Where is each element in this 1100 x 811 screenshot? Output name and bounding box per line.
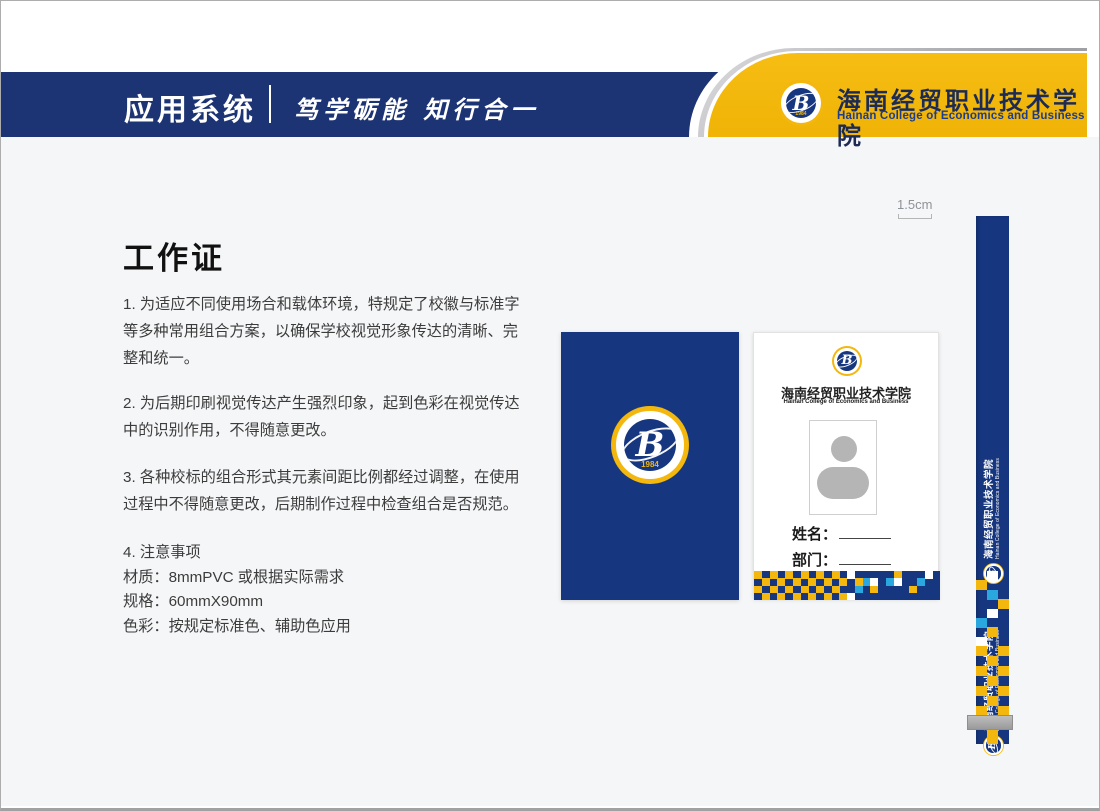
pattern-cell — [976, 580, 987, 590]
logo-ring: B — [834, 348, 860, 374]
pattern-cell — [917, 578, 925, 586]
notes-heading: 4. 注意事项 — [123, 541, 527, 566]
school-motto: 笃学砺能 知行合一 — [294, 90, 539, 125]
lanyard-college-en: Hainan College of Economics and Business — [996, 458, 1002, 559]
lanyard-scatter-pattern — [976, 571, 1009, 646]
logo-core: B 1984 — [624, 419, 676, 471]
name-fill-line — [839, 525, 891, 539]
pattern-cell — [894, 578, 902, 586]
pattern-cell — [909, 586, 917, 594]
pattern-cell — [987, 571, 998, 581]
pattern-cell — [998, 686, 1009, 696]
name-field: 姓名： — [792, 523, 891, 544]
pattern-cell — [976, 686, 987, 696]
pattern-cell — [808, 593, 816, 600]
pattern-cell — [762, 593, 770, 600]
pattern-cell — [839, 578, 847, 586]
pattern-cell — [987, 696, 998, 706]
paragraph-3: 3. 各种校标的组合形式其元素间距比例都经过调整，在使用过程中不得随意更改，后期… — [123, 464, 527, 518]
section-title: 工作证 — [123, 233, 225, 278]
pattern-cell — [987, 730, 998, 744]
pattern-cell — [987, 656, 998, 666]
badge-college-name-en: Hainan College of Economics and Business — [754, 399, 938, 405]
dept-label: 部门： — [792, 552, 837, 569]
lanyard-strap: B 海南经贸职业技术学院 Hainan College of Economics… — [976, 216, 1009, 744]
logo-ring: B 1984 — [616, 411, 683, 478]
college-logo-icon: B 1984 — [778, 80, 824, 126]
pattern-cell — [847, 593, 855, 600]
measure-label: 1.5cm — [897, 197, 932, 212]
person-head-icon — [831, 436, 857, 462]
badge-back-card: B 海南经贸职业技术学院 Hainan College of Economics… — [753, 332, 939, 599]
pattern-cell — [976, 637, 987, 646]
paragraph-1: 1. 为适应不同使用场合和载体环境，特规定了校徽与标准字等多种常用组合方案，以确… — [123, 291, 527, 372]
person-body-icon — [817, 467, 869, 499]
photo-placeholder — [809, 420, 877, 515]
pattern-cell — [998, 599, 1009, 609]
pattern-cell — [987, 590, 998, 600]
lanyard-metal-clamp — [967, 715, 1013, 730]
logo-ring: B 1984 — [781, 83, 821, 123]
note-size: 规格：60mmX90mm — [123, 590, 527, 615]
lanyard-text: 海南经贸职业技术学院 Hainan College of Economics a… — [985, 458, 1002, 559]
lanyard-branding-unit: B 海南经贸职业技术学院 Hainan College of Economics… — [977, 456, 1010, 586]
pattern-cell — [925, 571, 933, 579]
logo-core: B 1984 — [786, 88, 817, 119]
pattern-cell — [976, 646, 987, 656]
college-name-en: Hainan College of Economics and Business — [837, 110, 1085, 122]
pattern-cell — [870, 586, 878, 594]
pattern-cell — [777, 593, 785, 600]
pattern-cell — [976, 618, 987, 628]
badge-checker-strip — [754, 571, 940, 600]
name-label: 姓名： — [792, 526, 837, 543]
note-color: 色彩：按规定标准色、辅助色应用 — [123, 615, 527, 640]
logo-year: 1984 — [786, 111, 817, 117]
pattern-cell — [987, 609, 998, 619]
logo-year: 1984 — [624, 460, 676, 469]
pattern-cell — [987, 676, 998, 686]
pattern-cell — [855, 586, 863, 594]
pattern-cell — [987, 627, 998, 637]
lanyard-checker-pattern — [976, 646, 1009, 716]
badge-front-card: B 1984 工作证 — [561, 332, 739, 600]
lanyard-tail-pattern — [976, 730, 1009, 744]
badge-back-logo-icon: B — [832, 346, 862, 376]
pattern-cell — [998, 666, 1009, 676]
logo-core: B — [837, 351, 857, 371]
header-divider — [269, 85, 271, 123]
pattern-cell — [998, 646, 1009, 656]
note-material: 材质：8mmPVC 或根据实际需求 — [123, 566, 527, 591]
dept-field: 部门： — [792, 549, 891, 570]
vi-manual-page: 应用系统 笃学砺能 知行合一 B 1984 海南经贸职业技术学院 Hainan … — [0, 0, 1100, 811]
dept-fill-line — [839, 551, 891, 565]
pattern-cell — [824, 593, 832, 600]
paragraph-4: 4. 注意事项 材质：8mmPVC 或根据实际需求 规格：60mmX90mm 色… — [123, 541, 527, 639]
page-title: 应用系统 — [124, 85, 256, 129]
paragraph-2: 2. 为后期印刷视觉传达产生强烈印象，起到色彩在视觉传达中的识别作用，不得随意更… — [123, 390, 527, 444]
badge-front-logo-icon: B 1984 — [611, 406, 689, 484]
pattern-cell — [976, 666, 987, 676]
measure-bracket-icon — [898, 214, 932, 219]
pattern-cell — [793, 593, 801, 600]
